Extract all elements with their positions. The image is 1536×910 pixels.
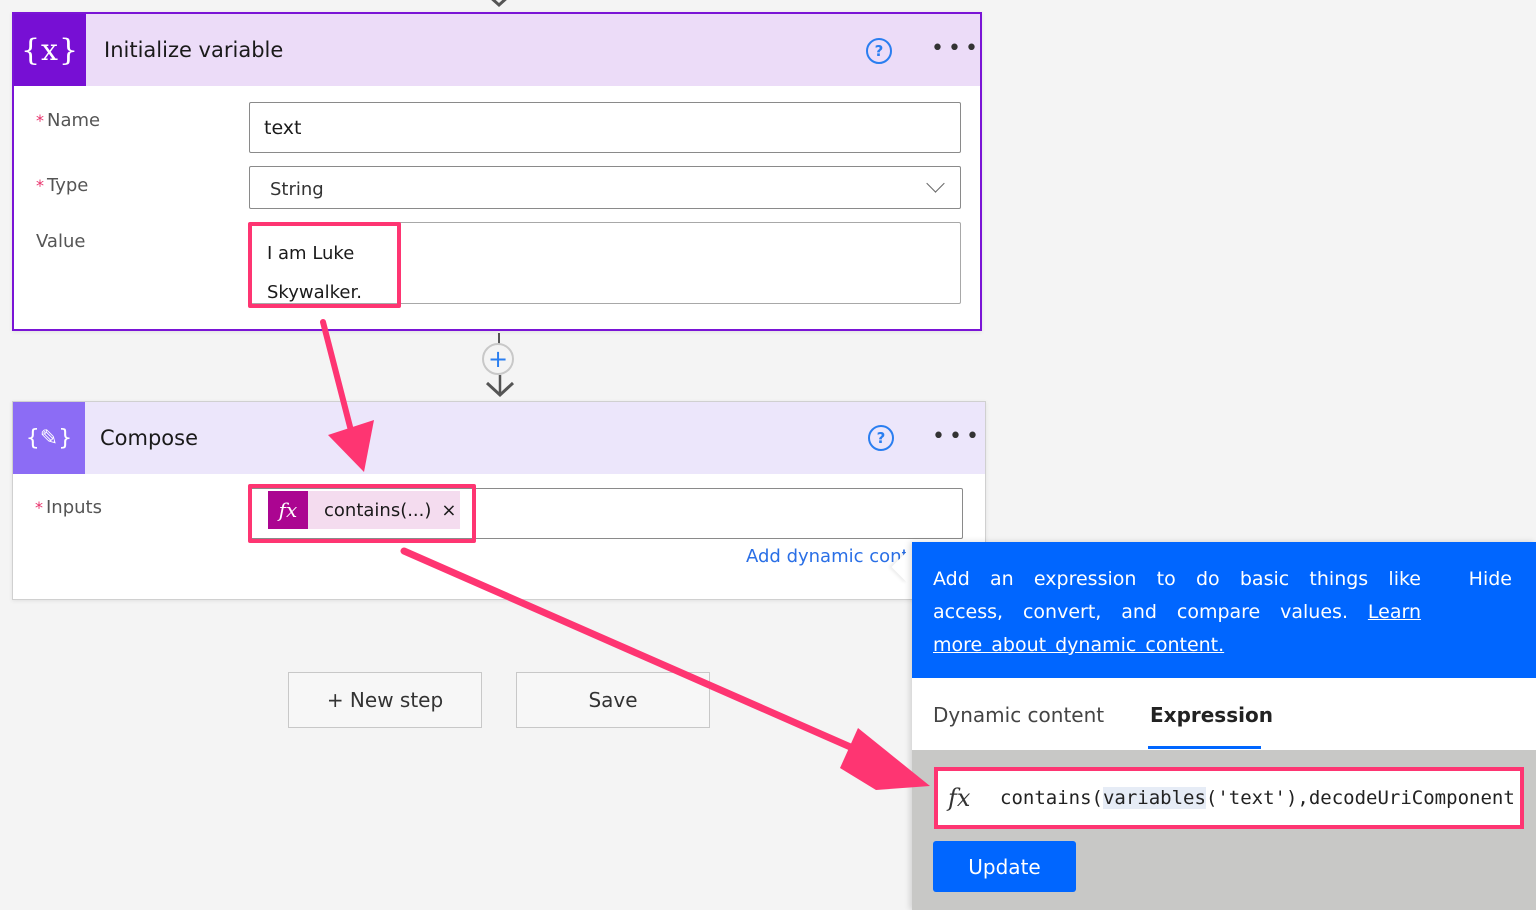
compose-header[interactable]: {✎} Compose ? ••• [13,402,985,474]
required-marker: * [36,111,44,130]
card-title: Initialize variable [104,38,284,62]
expression-panel: Add an expression to do basic things lik… [912,542,1536,910]
banner-text: Add an expression to do basic things lik… [933,568,1421,623]
type-label: * Type [36,175,88,196]
variable-icon: {x} [14,14,86,86]
more-options-icon[interactable]: ••• [931,38,982,60]
more-options-icon[interactable]: ••• [932,426,983,448]
value-label: Value [36,231,86,252]
expression-prefix: contains( [1000,787,1103,809]
info-banner: Add an expression to do basic things lik… [912,542,1536,678]
type-label-text: Type [47,175,89,196]
fx-icon: fx [948,784,971,812]
expression-input[interactable]: fx contains(variables('text'),decodeUriC… [934,767,1524,829]
name-label-text: Name [47,110,101,131]
card-title: Compose [100,426,199,450]
chevron-down-icon [926,174,945,193]
name-input[interactable]: text [249,102,961,153]
expression-suffix: ('text'),decodeUriComponent [1205,787,1515,809]
update-button[interactable]: Update [933,841,1076,892]
inputs-label-text: Inputs [46,497,102,518]
compose-card: {✎} Compose ? ••• * Inputs [12,401,986,600]
expression-text: contains(variables('text'),decodeUriComp… [1000,787,1515,809]
tab-dynamic-content[interactable]: Dynamic content [933,703,1104,727]
required-marker: * [36,176,44,195]
value-annotation-box [248,222,401,308]
connector-arrow-icon [491,0,507,8]
token-annotation-box [248,484,476,543]
help-icon[interactable]: ? [866,38,892,64]
initialize-variable-card: {x} Initialize variable ? ••• * Name text… [12,12,982,331]
name-label: * Name [36,110,100,131]
expression-editor-area: fx contains(variables('text'),decodeUriC… [912,750,1536,910]
type-dropdown[interactable]: String [249,166,961,209]
hide-button[interactable]: Hide [1469,563,1512,596]
help-icon[interactable]: ? [868,425,894,451]
insert-step-button[interactable]: + [482,343,514,375]
new-step-button[interactable]: + New step [288,672,482,728]
tab-expression[interactable]: Expression [1150,703,1273,727]
save-button[interactable]: Save [516,672,710,728]
compose-icon: {✎} [13,402,85,474]
active-tab-indicator [1148,746,1261,749]
required-marker: * [35,498,43,517]
name-value: text [264,117,302,139]
initialize-variable-header[interactable]: {x} Initialize variable ? ••• [14,14,980,86]
expression-highlight: variables [1102,787,1206,809]
type-value: String [270,179,324,200]
inputs-label: * Inputs [35,497,102,518]
connector-arrow-icon [485,375,515,398]
panel-tabs: Dynamic content Expression [912,678,1536,750]
add-dynamic-content-link[interactable]: Add dynamic content [746,546,906,567]
